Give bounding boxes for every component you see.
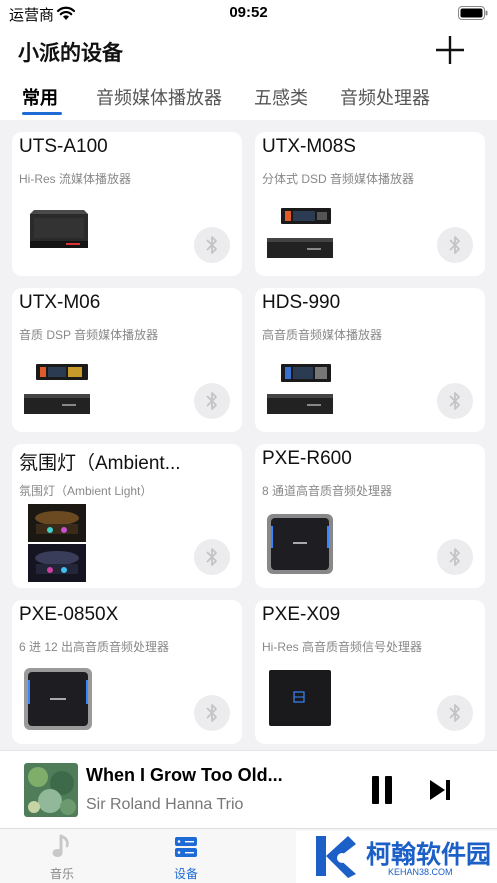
device-image (24, 668, 92, 730)
next-track-button[interactable] (428, 778, 452, 802)
device-description: 分体式 DSD 音频媒体播放器 (262, 172, 415, 186)
device-card[interactable]: PXE-R600 8 通道高音质音频处理器 (255, 444, 485, 588)
device-description: 音质 DSP 音频媒体播放器 (19, 328, 159, 342)
bluetooth-button[interactable] (437, 695, 473, 731)
device-name: PXE-0850X (19, 604, 119, 625)
device-card[interactable]: UTX-M06 音质 DSP 音频媒体播放器 (12, 288, 242, 432)
music-note-icon (52, 834, 69, 857)
bluetooth-icon (206, 704, 217, 722)
device-description: 8 通道高音质音频处理器 (262, 484, 393, 498)
bluetooth-icon (206, 548, 217, 566)
bluetooth-icon (449, 704, 460, 722)
device-image (267, 208, 333, 258)
active-tab-indicator (22, 112, 62, 115)
mini-player[interactable]: When I Grow Too Old... Sir Roland Hanna … (0, 750, 497, 828)
bluetooth-icon (206, 236, 217, 254)
tabbar-label: 设备 (173, 867, 198, 881)
bluetooth-button[interactable] (437, 227, 473, 263)
status-bar: 运营商 09:52 (0, 0, 497, 28)
watermark-url: KEHAN38.COM (388, 867, 453, 877)
tabbar-label: 音乐 (49, 867, 74, 881)
battery-icon (458, 6, 488, 20)
song-artist: Sir Roland Hanna Trio (86, 796, 244, 813)
device-image (269, 670, 331, 726)
device-name: PXE-R600 (262, 448, 352, 469)
device-card[interactable]: 氛围灯（Ambient... 氛围灯（Ambient Light） (12, 444, 242, 588)
watermark-logo-icon (316, 836, 356, 878)
bluetooth-button[interactable] (437, 539, 473, 575)
song-title: When I Grow Too Old... (86, 765, 283, 785)
bluetooth-button[interactable] (194, 227, 230, 263)
watermark-title: 柯翰软件园 (366, 841, 492, 869)
header: 小派的设备 (0, 28, 497, 74)
device-card[interactable]: PXE-X09 Hi-Res 高音质音频信号处理器 (255, 600, 485, 744)
page-title: 小派的设备 (18, 42, 123, 65)
watermark: 柯翰软件园 KEHAN38.COM (296, 831, 497, 883)
pause-button[interactable] (370, 776, 394, 804)
device-card[interactable]: PXE-0850X 6 进 12 出高音质音频处理器 (12, 600, 242, 744)
device-description: 6 进 12 出高音质音频处理器 (19, 640, 170, 654)
tab-media-player[interactable]: 音频媒体播放器 (96, 84, 222, 110)
tab-audio-processor[interactable]: 音频处理器 (340, 84, 430, 110)
device-icon (175, 837, 197, 857)
bluetooth-button[interactable] (194, 383, 230, 419)
tabbar-devices[interactable]: 设备 (146, 829, 226, 883)
device-image (267, 364, 333, 414)
add-device-button[interactable] (433, 33, 467, 67)
status-time: 09:52 (229, 4, 268, 21)
bluetooth-icon (449, 236, 460, 254)
tabbar-music[interactable]: 音乐 (22, 829, 102, 883)
bluetooth-icon (206, 392, 217, 410)
album-art (24, 763, 78, 817)
device-image (30, 210, 88, 248)
device-card[interactable]: UTX-M08S 分体式 DSD 音频媒体播放器 (255, 132, 485, 276)
category-tabs: 常用 音频媒体播放器 五感类 音频处理器 (0, 74, 497, 120)
device-description: 高音质音频媒体播放器 (262, 328, 383, 342)
device-card[interactable]: HDS-990 高音质音频媒体播放器 (255, 288, 485, 432)
device-name: UTS-A100 (19, 136, 108, 157)
bluetooth-icon (449, 392, 460, 410)
device-name: UTX-M08S (262, 136, 356, 157)
device-description: Hi-Res 高音质音频信号处理器 (262, 640, 423, 654)
bluetooth-button[interactable] (437, 383, 473, 419)
device-image (267, 514, 333, 574)
device-image (28, 504, 86, 582)
device-description: 氛围灯（Ambient Light） (19, 484, 153, 498)
device-name: PXE-X09 (262, 604, 341, 625)
tab-common[interactable]: 常用 (22, 84, 58, 110)
device-image (24, 364, 90, 414)
device-description: Hi-Res 流媒体播放器 (19, 172, 132, 186)
device-name: UTX-M06 (19, 292, 101, 313)
device-name: HDS-990 (262, 292, 341, 313)
bluetooth-icon (449, 548, 460, 566)
bluetooth-button[interactable] (194, 695, 230, 731)
device-card[interactable]: UTS-A100 Hi-Res 流媒体播放器 (12, 132, 242, 276)
bluetooth-button[interactable] (194, 539, 230, 575)
device-name: 氛围灯（Ambient... (19, 453, 181, 474)
tab-five-senses[interactable]: 五感类 (254, 84, 308, 110)
